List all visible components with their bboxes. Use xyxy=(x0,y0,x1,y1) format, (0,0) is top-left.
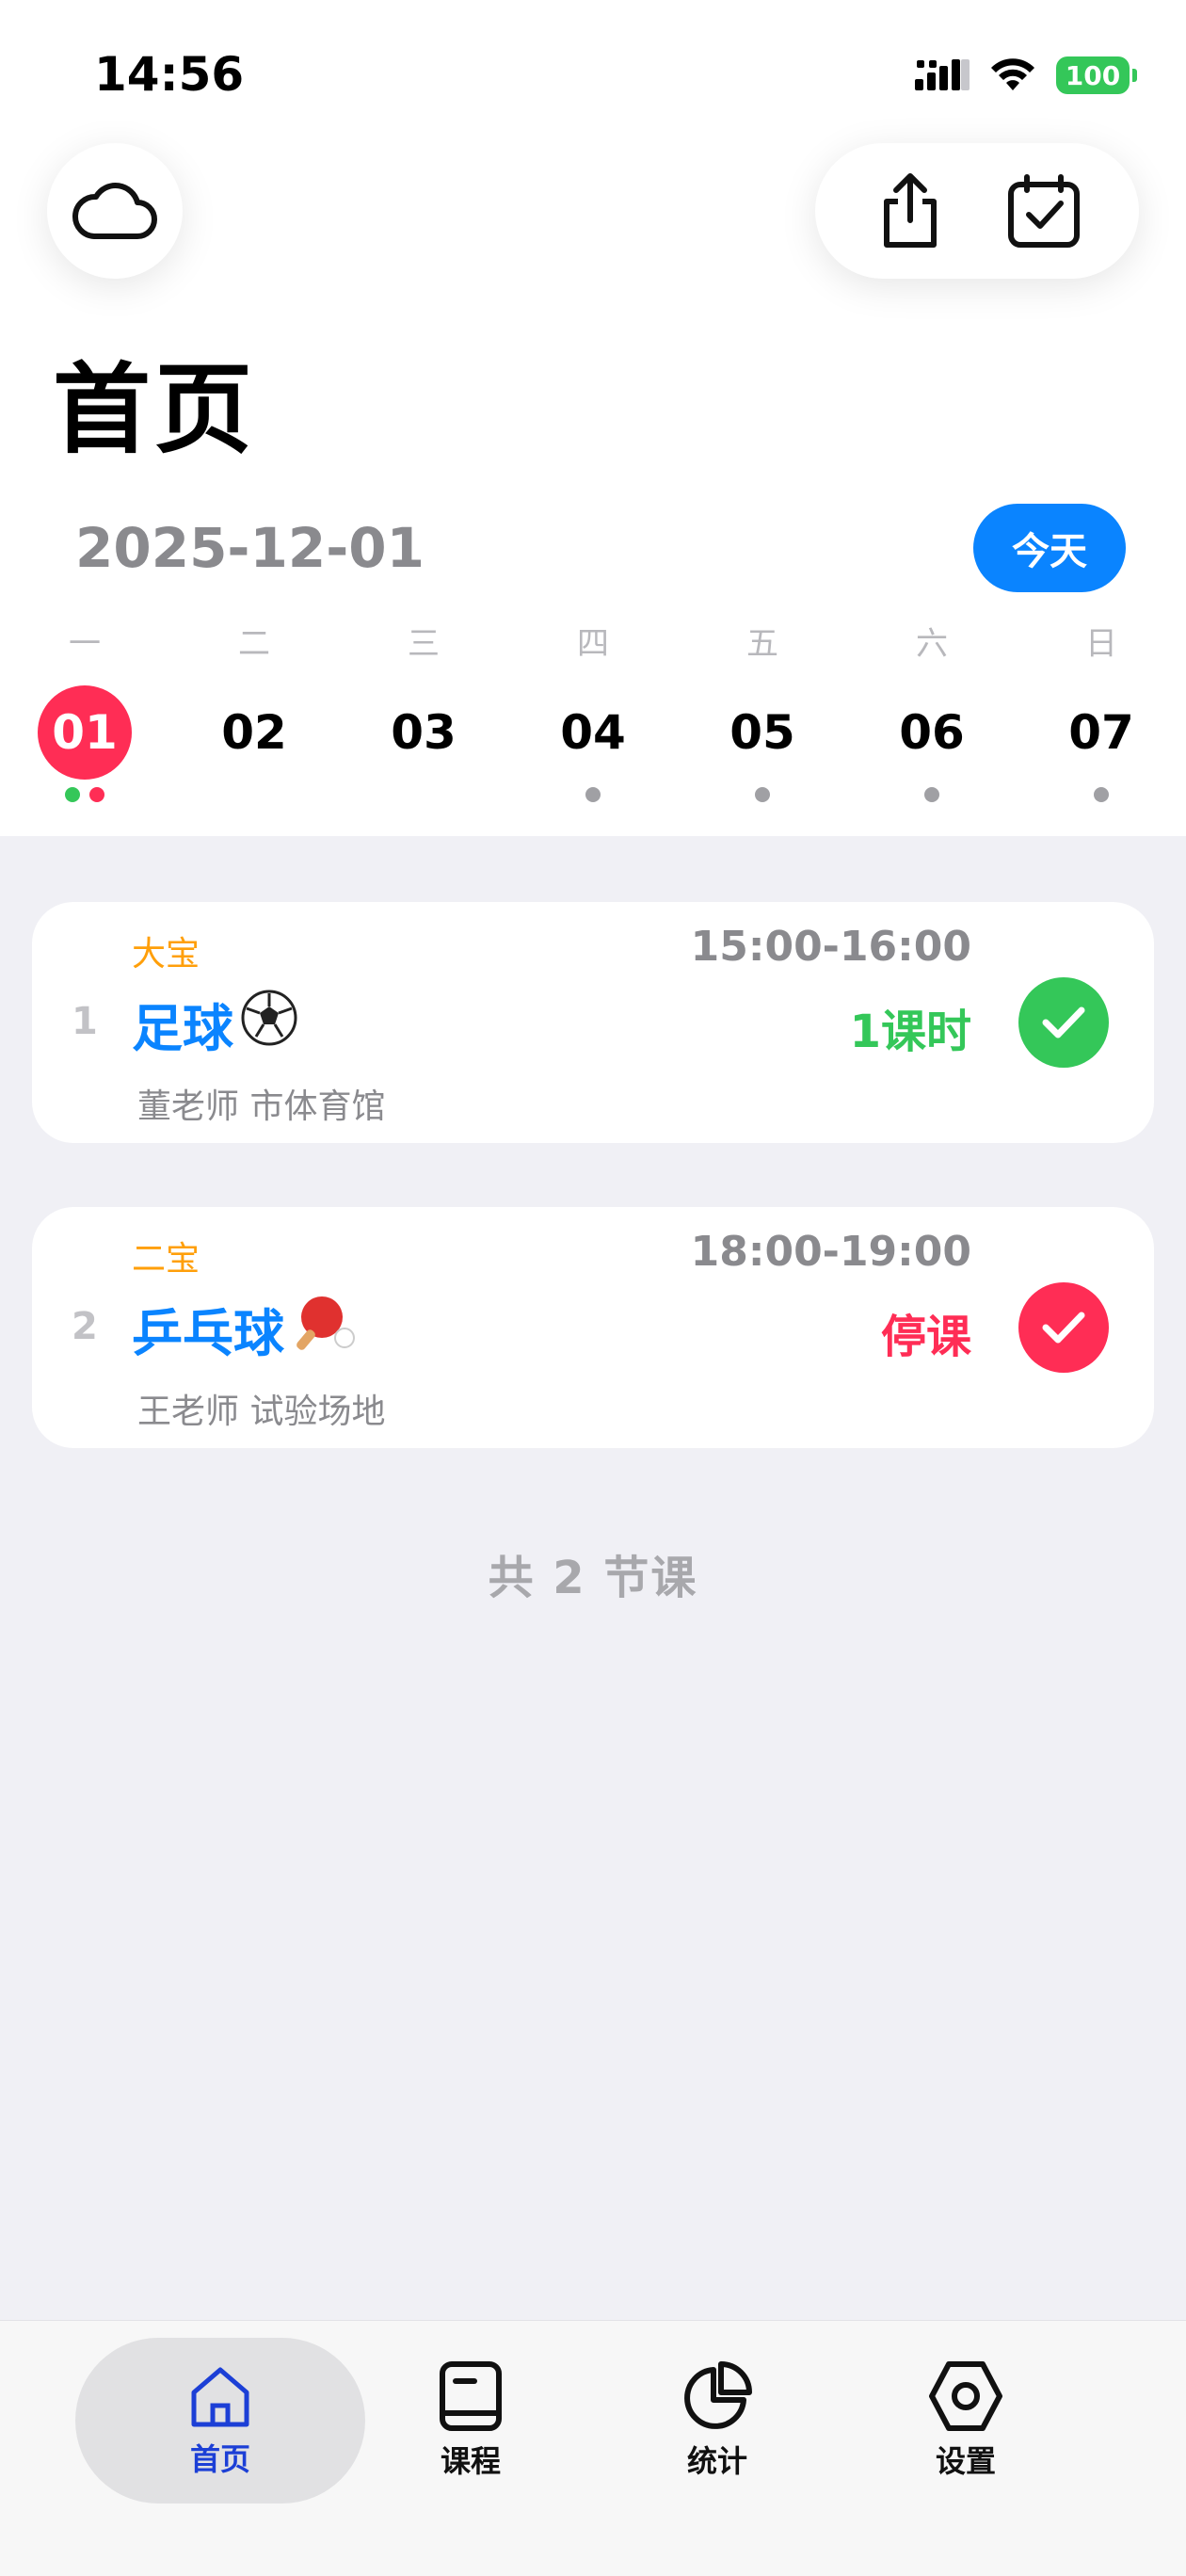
course-title: 乒乓球 xyxy=(132,1304,284,1363)
weekday-label: 日 xyxy=(1085,625,1117,663)
weekday-label: 六 xyxy=(916,625,948,663)
child-name: 二宝 xyxy=(132,1240,200,1279)
settings-hexagon-icon xyxy=(929,2361,1002,2431)
page-title: 首页 xyxy=(53,352,257,467)
child-name: 大宝 xyxy=(132,935,200,974)
battery-indicator: 100 xyxy=(1056,56,1137,94)
tab-settings[interactable]: 设置 xyxy=(872,2338,1060,2504)
day-markers xyxy=(537,787,649,802)
tab-courses-label: 课程 xyxy=(440,2443,501,2479)
lesson-status: 1课时 xyxy=(849,1006,971,1058)
home-icon xyxy=(191,2367,249,2427)
day-selected[interactable]: 01 xyxy=(38,685,132,780)
today-button[interactable]: 今天 xyxy=(973,504,1126,592)
checkmark-icon xyxy=(1042,1312,1085,1344)
lesson-time: 15:00-16:00 xyxy=(690,923,971,971)
day-button[interactable]: 02 xyxy=(207,685,301,780)
home-screen: 14:56 100 首页 2025-12-01 今天 一 二 三 四 五 六 日… xyxy=(0,0,1186,2576)
tab-settings-label: 设置 xyxy=(935,2443,996,2479)
cloud-icon xyxy=(72,183,157,239)
day-markers xyxy=(28,787,141,802)
cellular-signal-icon xyxy=(915,59,970,90)
weekday-label: 三 xyxy=(408,625,440,663)
book-icon xyxy=(440,2361,502,2431)
lesson-index: 2 xyxy=(72,1305,98,1348)
teacher-location: 董老师 市体育馆 xyxy=(137,1087,386,1126)
course-name: 足球 xyxy=(132,987,299,1061)
ping-pong-icon xyxy=(290,1293,358,1365)
course-name: 乒乓球 xyxy=(132,1292,358,1366)
tab-bar: 首页 课程 统计 设置 xyxy=(0,2320,1186,2576)
day-button[interactable]: 04 xyxy=(546,685,640,780)
attendance-check-button[interactable] xyxy=(1018,977,1109,1068)
share-icon xyxy=(884,173,937,248)
teacher-location: 王老师 试验场地 xyxy=(137,1393,386,1431)
tab-home[interactable]: 首页 xyxy=(75,2338,365,2504)
day-button[interactable]: 07 xyxy=(1054,685,1148,780)
lesson-dot xyxy=(755,787,770,802)
course-title: 足球 xyxy=(132,999,233,1058)
pie-chart-icon xyxy=(684,2361,752,2429)
share-button[interactable] xyxy=(858,159,962,263)
day-markers xyxy=(706,787,819,802)
calendar-check-icon xyxy=(1008,174,1080,248)
cloud-sync-button[interactable] xyxy=(47,143,183,279)
status-icons: 100 xyxy=(915,53,1137,98)
lesson-dot xyxy=(1094,787,1109,802)
weekday-label: 四 xyxy=(577,625,609,663)
tab-stats-label: 统计 xyxy=(686,2443,747,2479)
calendar-check-button[interactable] xyxy=(992,159,1096,263)
weekday-label: 五 xyxy=(746,625,778,663)
lesson-dot xyxy=(89,787,104,802)
lesson-index: 1 xyxy=(72,1000,98,1043)
wifi-icon xyxy=(991,58,1034,90)
lesson-card[interactable]: 1 大宝 15:00-16:00 足球 1课时 董老师 市体育馆 xyxy=(32,902,1154,1143)
lesson-dot xyxy=(924,787,939,802)
top-action-group xyxy=(815,143,1139,279)
day-markers xyxy=(1045,787,1158,802)
lesson-card[interactable]: 2 二宝 18:00-19:00 乒乓球 停课 王老师 试验场地 xyxy=(32,1207,1154,1448)
tab-home-label: 首页 xyxy=(189,2441,250,2477)
checkmark-icon xyxy=(1042,1006,1085,1038)
weekday-label: 二 xyxy=(238,625,270,663)
soccer-ball-icon xyxy=(239,988,299,1060)
weekday-label: 一 xyxy=(69,625,101,663)
lesson-status: 停课 xyxy=(880,1311,971,1363)
lesson-dot xyxy=(65,787,80,802)
attendance-check-button[interactable] xyxy=(1018,1282,1109,1373)
lesson-count: 共 2 节课 xyxy=(488,1552,698,1604)
tab-courses[interactable]: 课程 xyxy=(377,2338,565,2504)
lesson-time: 18:00-19:00 xyxy=(690,1228,971,1276)
status-time: 14:56 xyxy=(94,47,245,102)
day-button[interactable]: 06 xyxy=(885,685,979,780)
tab-stats[interactable]: 统计 xyxy=(623,2338,811,2504)
lesson-dot xyxy=(585,787,601,802)
day-button[interactable]: 05 xyxy=(715,685,809,780)
selected-date[interactable]: 2025-12-01 xyxy=(75,516,425,580)
day-markers xyxy=(875,787,988,802)
day-button[interactable]: 03 xyxy=(377,685,471,780)
